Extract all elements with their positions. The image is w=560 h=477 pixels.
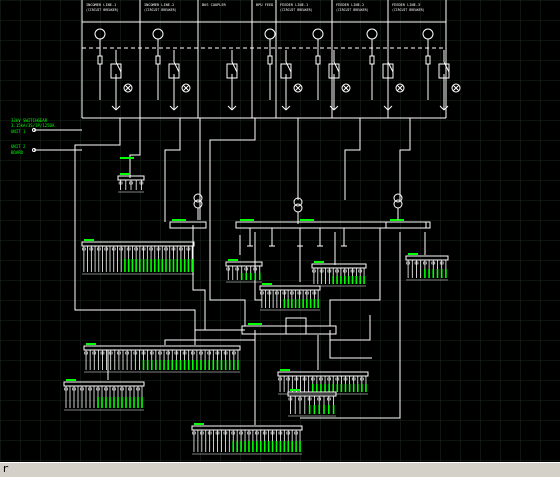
panel-header-title: FEEDER LINE-1 [280,3,308,7]
panel-header-subtitle: (CIRCUIT BREAKER) [336,8,369,12]
panel-header-title: FEEDER LINE-3 [392,3,420,7]
panel-header-subtitle: (CIRCUIT BREAKER) [86,8,119,12]
panel-header-title: INCOMER LINE-1 [86,3,116,7]
panel-header-title: BUS COUPLER [202,3,227,7]
panel-header-title: BPU FEED [256,3,273,7]
drawing-canvas[interactable]: INCOMER LINE-1 (CIRCUIT BREAKER) INCOMER L… [0,0,560,462]
command-line[interactable]: r [0,462,560,477]
panel-header-title: FEEDER LINE-2 [336,3,364,7]
note-2-line-1: UNIT 2 [11,144,26,149]
panel-header-title: INCOMER LINE-2 [144,3,174,7]
grid [0,0,560,462]
panel-header-subtitle: (CIRCUIT BREAKER) [280,8,313,12]
note-1-line-2: 3.15kA/3S/3P/1250A [11,123,55,128]
note-1-line-3: UNIT 1 [11,129,26,134]
panel-header-subtitle: (CIRCUIT BREAKER) [392,8,425,12]
panel-header-subtitle: (CIRCUIT BREAKER) [144,8,177,12]
single-line-diagram: INCOMER LINE-1(CIRCUIT BREAKER)INCOMER L… [0,0,560,462]
command-prompt: r [2,462,9,475]
note-2-line-2: BOARD [11,150,24,155]
